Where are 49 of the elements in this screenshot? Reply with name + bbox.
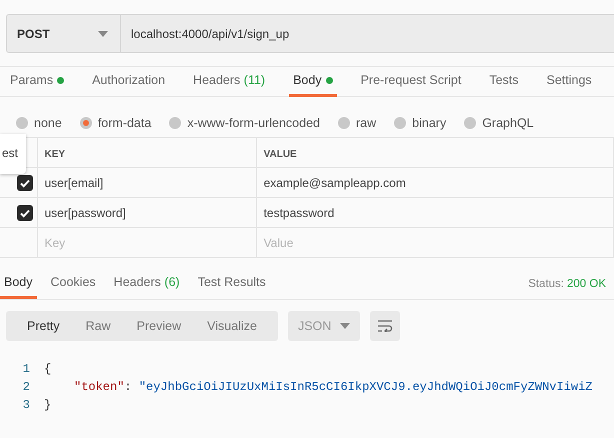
view-mode-tab[interactable]: Pretty — [16, 311, 71, 341]
code-line: } — [44, 397, 52, 414]
request-tab[interactable]: Pre-request Script — [356, 67, 466, 97]
view-mode-tab[interactable]: Raw — [74, 311, 122, 341]
radio-icon[interactable] — [464, 117, 476, 129]
radio-icon[interactable] — [338, 117, 350, 129]
view-mode-tab[interactable]: Preview — [126, 311, 192, 341]
method-dropdown[interactable]: POST — [6, 14, 121, 53]
value-cell: example@sampleapp.com — [264, 176, 406, 190]
value-cell: testpassword — [264, 206, 334, 220]
column-header: KEY — [44, 148, 66, 160]
key-cell: user[password] — [44, 206, 126, 220]
code-line: { — [44, 361, 52, 378]
body-type-option[interactable]: binary — [394, 109, 446, 137]
response-tab[interactable]: Test Results — [194, 269, 270, 299]
status-label: Status: — [528, 276, 564, 292]
radio-icon[interactable] — [394, 117, 406, 129]
response-tab[interactable]: Body — [0, 269, 36, 299]
body-type-option[interactable]: form-data — [80, 109, 152, 137]
column-header: VALUE — [264, 148, 297, 160]
response-tab[interactable]: Headers (6) — [110, 269, 184, 299]
request-tab[interactable]: Headers (11) — [189, 67, 270, 97]
radio-icon[interactable] — [80, 117, 92, 129]
radio-icon[interactable] — [16, 117, 28, 129]
wrap-lines-icon — [376, 320, 393, 332]
radio-icon[interactable] — [169, 117, 182, 129]
code-line: "token": "eyJhbGciOiJIUzUxMiIsInR5cCI6IkpXVCJ9.eyJhdWQiOiJ0cmFyZWNvIiwiZ — [73, 379, 593, 396]
body-type-option[interactable]: x-www-form-urlencoded — [169, 109, 320, 137]
key-cell: user[email] — [44, 176, 104, 190]
response-tab[interactable]: Cookies — [46, 269, 100, 299]
wrap-lines-button[interactable] — [370, 311, 400, 341]
body-type-option[interactable]: raw — [338, 109, 376, 137]
line-number: 3 — [22, 397, 31, 414]
caret-icon — [340, 323, 350, 329]
caret-icon — [98, 30, 108, 36]
checkbox[interactable] — [16, 205, 32, 222]
request-tab[interactable]: Tests — [485, 67, 523, 97]
line-number: 2 — [22, 379, 31, 396]
request-tab[interactable]: Authorization — [88, 67, 170, 97]
url-field[interactable]: localhost:4000/api/v1/sign_up — [121, 14, 614, 53]
line-number: 1 — [22, 361, 31, 378]
request-tab[interactable]: Body — [289, 67, 337, 97]
request-tab[interactable]: Params — [6, 67, 68, 97]
status-value: 200 OK — [567, 276, 606, 292]
body-type-option[interactable]: GraphQL — [464, 109, 534, 137]
request-tab[interactable]: Settings — [542, 67, 596, 97]
view-mode-tab[interactable]: Visualize — [196, 311, 268, 341]
checkbox[interactable] — [16, 175, 32, 192]
tooltip: est — [0, 134, 26, 174]
